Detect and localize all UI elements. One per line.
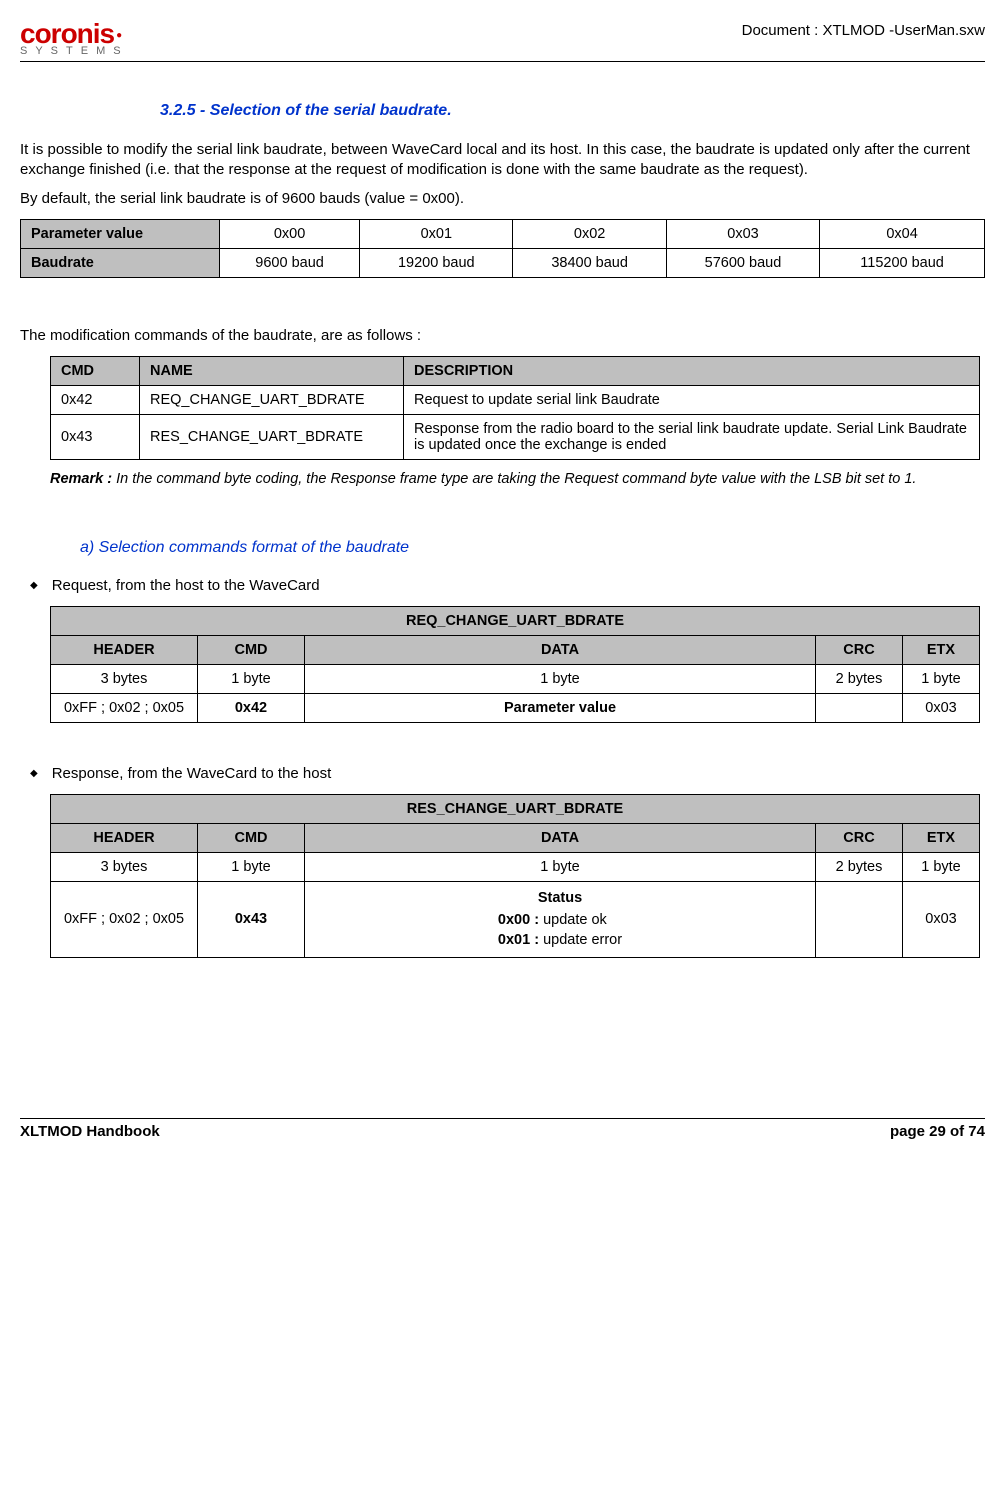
table-header: CMD bbox=[51, 357, 140, 386]
table-cell: 0x00 bbox=[220, 219, 360, 248]
table-header: DATA bbox=[305, 635, 816, 664]
page-footer: XLTMOD Handbook page 29 of 74 bbox=[20, 1118, 985, 1140]
logo: coronis● SYSTEMS bbox=[20, 20, 129, 57]
table-cell: 0x42 bbox=[51, 386, 140, 415]
table-header: CMD bbox=[198, 635, 305, 664]
table-header: DATA bbox=[305, 823, 816, 852]
table-cell: 19200 baud bbox=[360, 248, 513, 277]
command-table: CMD NAME DESCRIPTION 0x42 REQ_CHANGE_UAR… bbox=[50, 356, 980, 460]
table-cell: 1 byte bbox=[198, 664, 305, 693]
table-cell: 9600 baud bbox=[220, 248, 360, 277]
paragraph: It is possible to modify the serial link… bbox=[20, 140, 985, 181]
table-header: HEADER bbox=[51, 635, 198, 664]
section-heading: 3.2.5 - Selection of the serial baudrate… bbox=[160, 102, 985, 120]
table-header: ETX bbox=[903, 635, 980, 664]
table-cell: 1 byte bbox=[903, 664, 980, 693]
bullet-response: Response, from the WaveCard to the host bbox=[30, 765, 985, 782]
footer-left: XLTMOD Handbook bbox=[20, 1123, 160, 1140]
table-cell: 0x03 bbox=[903, 693, 980, 722]
table-cell: Request to update serial link Baudrate bbox=[404, 386, 980, 415]
table-cell: 0x01 bbox=[360, 219, 513, 248]
paragraph: By default, the serial link baudrate is … bbox=[20, 189, 985, 209]
footer-right: page 29 of 74 bbox=[890, 1123, 985, 1140]
table-cell: 0xFF ; 0x02 ; 0x05 bbox=[51, 881, 198, 957]
table-cell: 0x02 bbox=[513, 219, 666, 248]
table-cell: 0x03 bbox=[666, 219, 819, 248]
table-cell: 115200 baud bbox=[820, 248, 985, 277]
table-cell: Parameter value bbox=[305, 693, 816, 722]
table-cell: 0x04 bbox=[820, 219, 985, 248]
table-header: HEADER bbox=[51, 823, 198, 852]
logo-text-top: coronis● bbox=[20, 20, 129, 48]
table-title: REQ_CHANGE_UART_BDRATE bbox=[51, 606, 980, 635]
page-header: coronis● SYSTEMS Document : XTLMOD -User… bbox=[20, 20, 985, 62]
table-cell: 3 bytes bbox=[51, 852, 198, 881]
table-cell: RES_CHANGE_UART_BDRATE bbox=[140, 415, 404, 460]
table-header: Parameter value bbox=[21, 219, 220, 248]
table-cell: 38400 baud bbox=[513, 248, 666, 277]
table-cell: 0x42 bbox=[198, 693, 305, 722]
remark-label: Remark : bbox=[50, 471, 112, 487]
table-cell: 57600 baud bbox=[666, 248, 819, 277]
table-cell: 1 byte bbox=[305, 852, 816, 881]
table-cell: 2 bytes bbox=[816, 852, 903, 881]
table-cell bbox=[816, 693, 903, 722]
document-title: Document : XTLMOD -UserMan.sxw bbox=[742, 20, 985, 39]
response-frame-table: RES_CHANGE_UART_BDRATE HEADER CMD DATA C… bbox=[50, 794, 980, 958]
request-frame-table: REQ_CHANGE_UART_BDRATE HEADER CMD DATA C… bbox=[50, 606, 980, 723]
table-cell bbox=[816, 881, 903, 957]
table-title: RES_CHANGE_UART_BDRATE bbox=[51, 794, 980, 823]
status-title: Status bbox=[538, 890, 582, 906]
table-cell: 3 bytes bbox=[51, 664, 198, 693]
remark-body: In the command byte coding, the Response… bbox=[112, 471, 916, 487]
table-cell: Response from the radio board to the ser… bbox=[404, 415, 980, 460]
table-cell-status: Status 0x00 : update ok 0x01 : update er… bbox=[305, 881, 816, 957]
subsection-heading: a) Selection commands format of the baud… bbox=[80, 539, 985, 557]
table-cell: 0x43 bbox=[51, 415, 140, 460]
table-cell: REQ_CHANGE_UART_BDRATE bbox=[140, 386, 404, 415]
table-header: CMD bbox=[198, 823, 305, 852]
table-header: DESCRIPTION bbox=[404, 357, 980, 386]
table-header: ETX bbox=[903, 823, 980, 852]
logo-text-bottom: SYSTEMS bbox=[20, 46, 129, 57]
remark-text: Remark : In the command byte coding, the… bbox=[50, 470, 985, 489]
table-cell: 1 byte bbox=[305, 664, 816, 693]
paragraph: The modification commands of the baudrat… bbox=[20, 326, 985, 346]
table-cell: 0x03 bbox=[903, 881, 980, 957]
table-cell: 0xFF ; 0x02 ; 0x05 bbox=[51, 693, 198, 722]
table-cell: 1 byte bbox=[903, 852, 980, 881]
table-header: Baudrate bbox=[21, 248, 220, 277]
table-cell: 2 bytes bbox=[816, 664, 903, 693]
baudrate-value-table: Parameter value 0x00 0x01 0x02 0x03 0x04… bbox=[20, 219, 985, 278]
table-cell: 0x43 bbox=[198, 881, 305, 957]
bullet-request: Request, from the host to the WaveCard bbox=[30, 577, 985, 594]
table-cell: 1 byte bbox=[198, 852, 305, 881]
table-header: CRC bbox=[816, 823, 903, 852]
table-header: CRC bbox=[816, 635, 903, 664]
table-header: NAME bbox=[140, 357, 404, 386]
